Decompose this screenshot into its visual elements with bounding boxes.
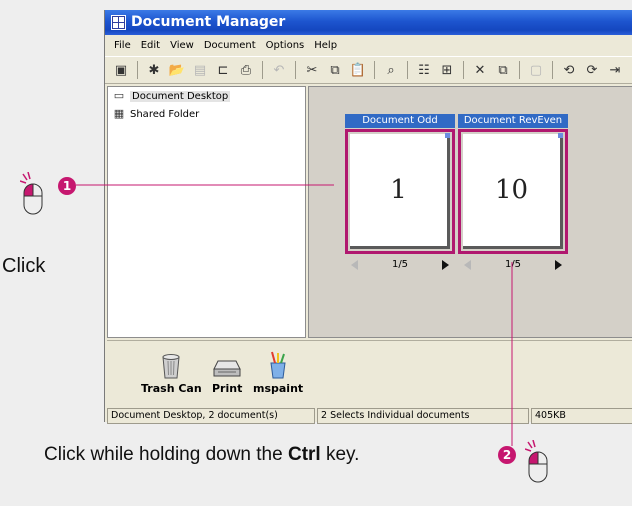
menu-help[interactable]: Help (309, 40, 342, 51)
document-title: Document Odd (345, 114, 455, 128)
zoom-icon[interactable]: ⌕ (381, 60, 401, 80)
delete-icon[interactable]: ✕ (470, 60, 490, 80)
undo-icon[interactable]: ↶ (269, 60, 289, 80)
toolbar-separator (463, 61, 464, 79)
tree-item-label: Document Desktop (130, 90, 231, 102)
tutorial-canvas: Document Manager File Edit View Document… (0, 0, 632, 506)
next-page-icon[interactable]: ⇥ (605, 60, 625, 80)
open-folder-icon[interactable]: 📂 (167, 60, 187, 80)
prev-page-icon[interactable] (351, 259, 358, 270)
next-page-icon[interactable] (442, 259, 449, 270)
mspaint-icon (253, 351, 303, 379)
toolbar-separator (552, 61, 553, 79)
app-icon (111, 15, 126, 30)
tree-item-shared-folder[interactable]: ▦ Shared Folder (108, 105, 305, 123)
status-size: 405KB (531, 408, 632, 424)
toolbar: ▣ ✱ 📂 ▤ ⊏ ⎙ ↶ ✂ ⧉ 📋 ⌕ ☷ ⊞ ✕ ⧉ ▢ ⟲ ⟳ ⇥ (105, 56, 632, 84)
status-location: Document Desktop, 2 document(s) (107, 408, 315, 424)
toolbar-separator (519, 61, 520, 79)
ctrl-key-label: Ctrl (287, 444, 321, 465)
status-bar: Document Desktop, 2 document(s) 2 Select… (107, 408, 632, 424)
tree-item-label: Shared Folder (130, 108, 200, 120)
copy-icon[interactable]: ⧉ (325, 60, 345, 80)
toolbar-separator (407, 61, 408, 79)
step-2-text: Click while holding down the Ctrl key. (44, 444, 359, 466)
toolbar-separator (374, 61, 375, 79)
desktop-icon: ▭ (113, 89, 125, 102)
document-thumbnail[interactable]: Document Odd 1 1/5 (345, 114, 455, 270)
document-thumbnail[interactable]: Document RevEven 10 1/5 (458, 114, 568, 270)
document-title: Document RevEven (458, 114, 568, 128)
new-icon[interactable]: ✱ (144, 60, 164, 80)
cut-icon[interactable]: ✂ (302, 60, 322, 80)
selection-frame: 1 (345, 129, 455, 254)
print-icon[interactable]: ⎙ (236, 60, 256, 80)
status-selection: 2 Selects Individual documents (317, 408, 529, 424)
toolbar-separator (137, 61, 138, 79)
tray-item-label: Print (212, 382, 243, 395)
tree-item-document-desktop[interactable]: ▭ Document Desktop (108, 87, 305, 105)
page-preview[interactable]: 1 (350, 133, 450, 249)
scan-icon[interactable]: ⊏ (213, 60, 233, 80)
selection-frame: 10 (458, 129, 568, 254)
paste-icon[interactable]: 📋 (348, 60, 368, 80)
menu-options[interactable]: Options (261, 40, 310, 51)
view-list-icon[interactable]: ☷ (414, 60, 434, 80)
bottom-tray: Trash Can Print mspaint (107, 340, 632, 406)
tray-item-mspaint[interactable]: mspaint (253, 351, 303, 395)
disk-icon[interactable]: ▤ (190, 60, 210, 80)
duplicate-icon[interactable]: ⧉ (493, 60, 513, 80)
step-2-text-after: key. (320, 444, 360, 465)
rotate-left-icon[interactable]: ⟲ (559, 60, 579, 80)
page-navigator: 1/5 (458, 259, 568, 270)
step-1-text: Click (2, 255, 46, 277)
page-counter: 1/5 (391, 259, 409, 270)
page-navigator: 1/5 (345, 259, 455, 270)
menu-bar: File Edit View Document Options Help (105, 35, 632, 55)
shared-folder-icon: ▦ (113, 107, 125, 120)
rotate-right-icon[interactable]: ⟳ (582, 60, 602, 80)
page-counter: 1/5 (504, 259, 522, 270)
folder-tree: ▭ Document Desktop ▦ Shared Folder (107, 86, 306, 338)
document-view: Document Odd 1 1/5 Document RevEven 10 1… (308, 86, 632, 338)
toolbar-separator (295, 61, 296, 79)
tray-item-trash-can[interactable]: Trash Can (141, 351, 202, 395)
step-1-badge: 1 (58, 177, 76, 195)
step-2-badge: 2 (498, 446, 516, 464)
next-page-icon[interactable] (555, 259, 562, 270)
menu-view[interactable]: View (165, 40, 199, 51)
menu-file[interactable]: File (109, 40, 136, 51)
mouse-icon (19, 171, 46, 215)
disabled-icon[interactable]: ▢ (526, 60, 546, 80)
mouse-icon (524, 439, 551, 483)
prev-page-icon[interactable] (464, 259, 471, 270)
menu-edit[interactable]: Edit (136, 40, 165, 51)
window-title: Document Manager (131, 14, 286, 30)
tray-item-label: mspaint (253, 382, 304, 395)
step-2-text-before: Click while holding down the (44, 444, 288, 465)
menu-document[interactable]: Document (199, 40, 261, 51)
title-bar[interactable]: Document Manager (105, 10, 632, 35)
printer-icon (212, 351, 242, 379)
trash-can-icon (141, 351, 202, 379)
toolbar-separator (262, 61, 263, 79)
tray-item-print[interactable]: Print (212, 351, 242, 395)
save-icon[interactable]: ▣ (111, 60, 131, 80)
tray-item-label: Trash Can (141, 382, 202, 395)
document-manager-window: Document Manager File Edit View Document… (104, 10, 632, 424)
thumbnails-icon[interactable]: ⊞ (437, 60, 457, 80)
page-preview[interactable]: 10 (463, 133, 563, 249)
